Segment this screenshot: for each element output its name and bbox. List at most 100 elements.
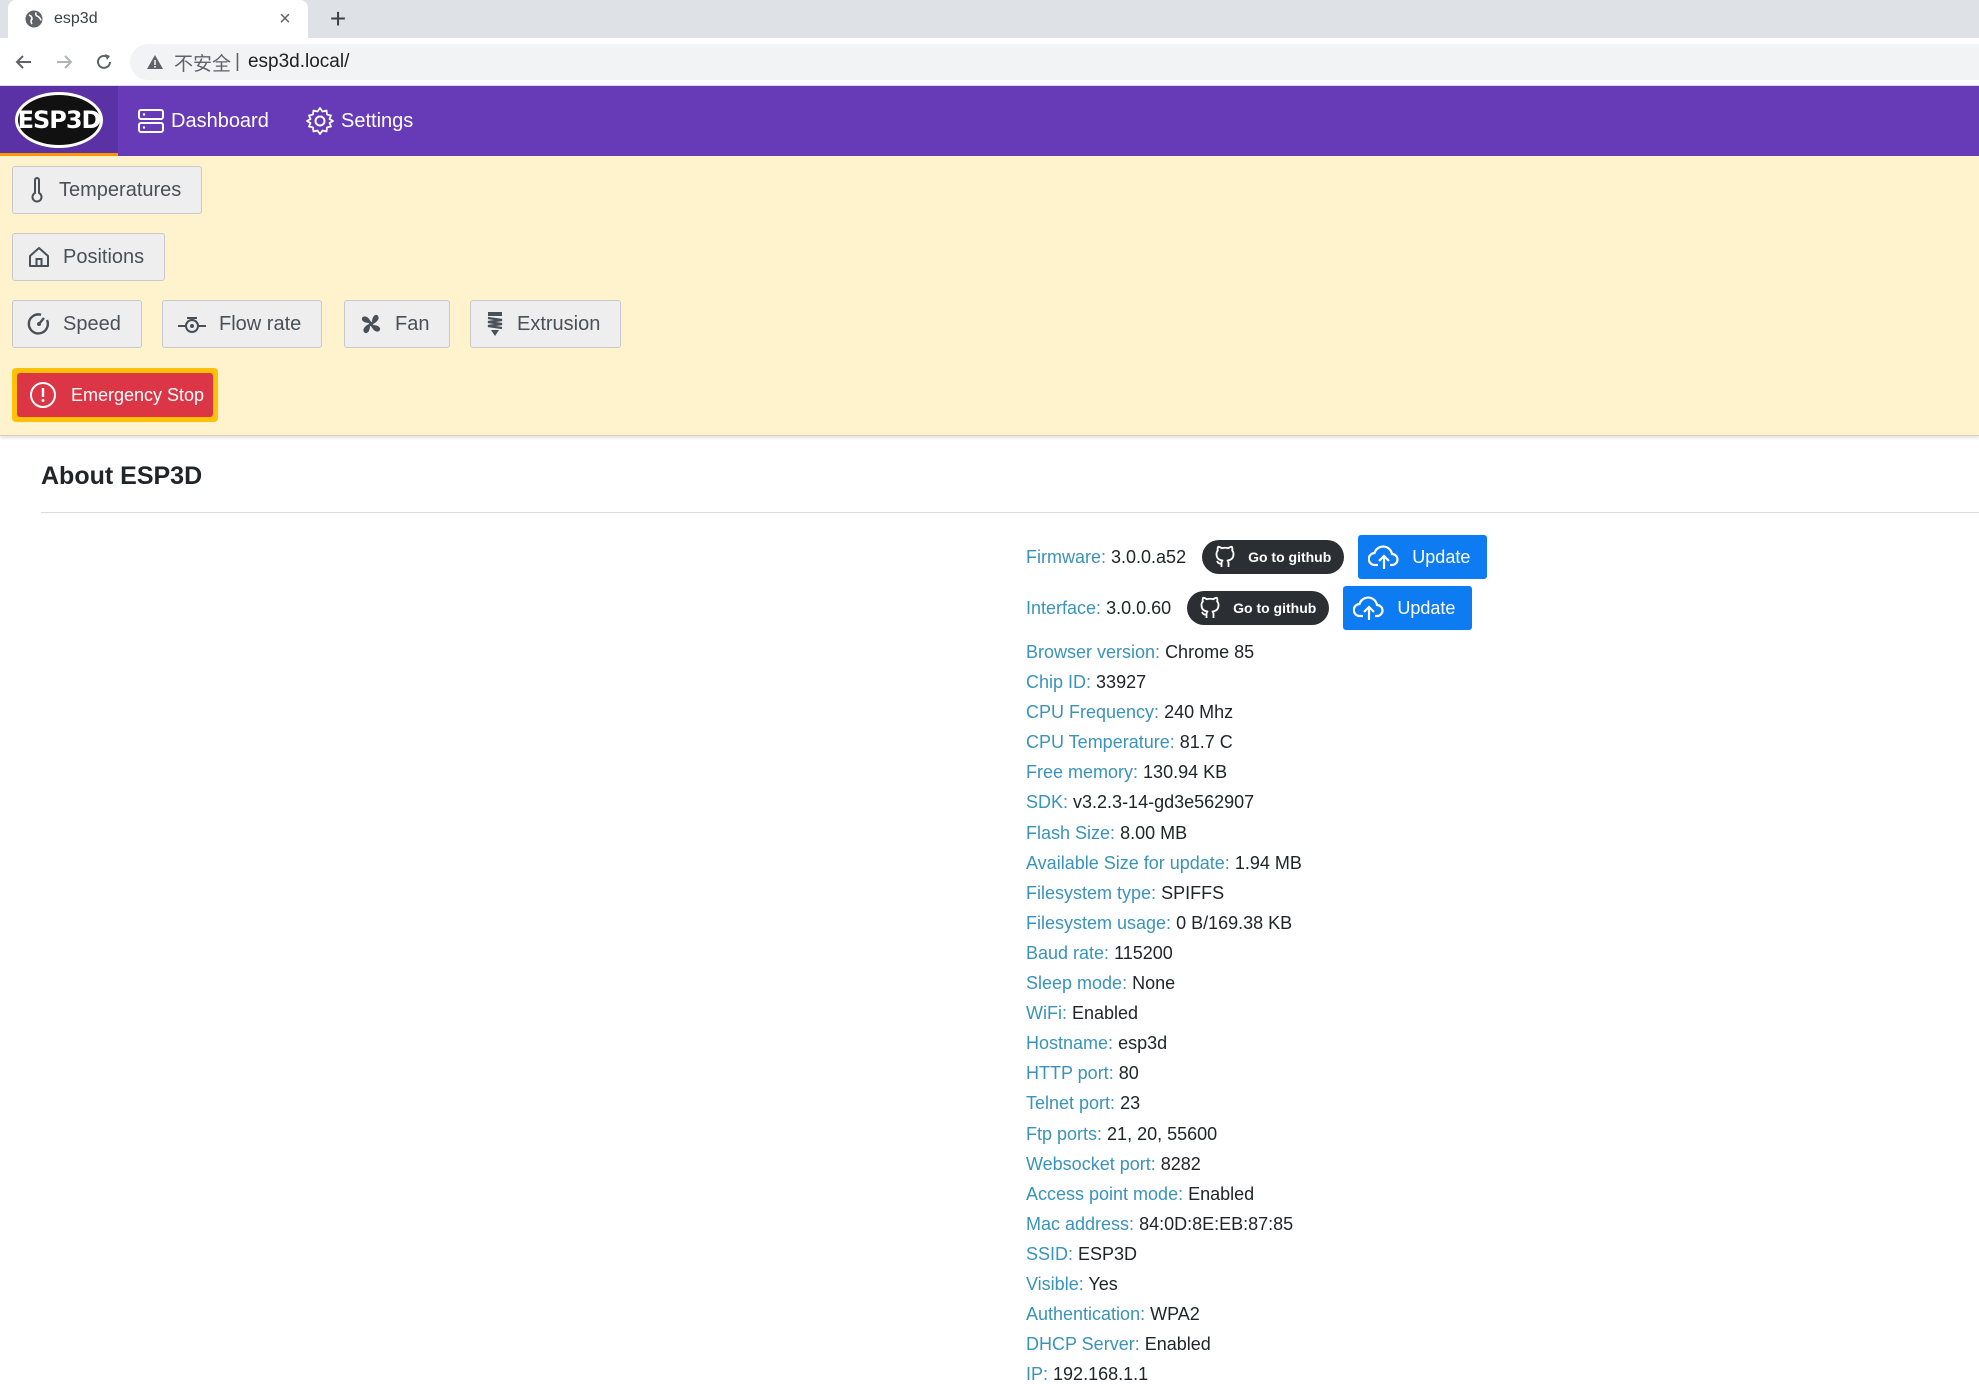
gauge-icon bbox=[27, 313, 50, 335]
info-value: 130.94 KB bbox=[1143, 762, 1228, 783]
info-item: Filesystem type: SPIFFS bbox=[1026, 878, 1302, 908]
info-value: 23 bbox=[1120, 1093, 1141, 1114]
info-value: 33927 bbox=[1096, 672, 1147, 693]
firmware-update-label: Update bbox=[1412, 546, 1471, 567]
thermometer-icon bbox=[31, 177, 43, 203]
info-label: Sleep mode: bbox=[1026, 973, 1128, 994]
info-value: 1.94 MB bbox=[1234, 852, 1302, 873]
globe-icon bbox=[25, 10, 43, 28]
info-value: None bbox=[1132, 973, 1176, 994]
info-value: SPIFFS bbox=[1161, 882, 1225, 903]
info-item: Sleep mode: None bbox=[1026, 968, 1302, 998]
info-item: Authentication: WPA2 bbox=[1026, 1299, 1302, 1329]
info-item: Browser version: Chrome 85 bbox=[1026, 637, 1302, 667]
firmware-update-button[interactable]: Update bbox=[1358, 535, 1488, 579]
info-label: Browser version: bbox=[1026, 642, 1161, 662]
firmware-row: Firmware: 3.0.0.a52 Go to github Update bbox=[1026, 535, 1488, 579]
cloud-upload-icon bbox=[1368, 545, 1399, 569]
speed-button[interactable]: Speed bbox=[12, 300, 142, 348]
info-item: Mac address: 84:0D:8E:EB:87:85 bbox=[1026, 1209, 1302, 1239]
info-item: CPU Frequency: 240 Mhz bbox=[1026, 697, 1302, 727]
info-value: 80 bbox=[1118, 1063, 1139, 1084]
nav-dashboard[interactable]: Dashboard bbox=[137, 86, 269, 156]
info-label: Flash Size: bbox=[1026, 822, 1116, 843]
alert-circle-icon bbox=[30, 382, 56, 408]
extrusion-icon bbox=[487, 312, 503, 336]
fan-button[interactable]: Fan bbox=[344, 300, 451, 348]
info-label: Mac address: bbox=[1026, 1213, 1135, 1234]
browser-tab[interactable]: esp3d × bbox=[8, 0, 308, 38]
info-label: CPU Temperature: bbox=[1026, 732, 1175, 753]
control-panel: Temperatures Positions Speed Flow rate F… bbox=[0, 156, 1979, 436]
about-divider bbox=[41, 512, 1979, 513]
app-navbar: ESP3D Dashboard Settings bbox=[0, 86, 1979, 156]
extrusion-label: Extrusion bbox=[517, 312, 601, 335]
speed-label: Speed bbox=[63, 312, 121, 335]
firmware-github-button[interactable]: Go to github bbox=[1202, 540, 1345, 574]
info-item: Flash Size: 8.00 MB bbox=[1026, 818, 1302, 848]
info-label: Filesystem usage: bbox=[1026, 912, 1172, 933]
info-item: SDK: v3.2.3-14-gd3e562907 bbox=[1026, 787, 1302, 817]
new-tab-button[interactable]: + bbox=[322, 2, 354, 36]
info-label: DHCP Server: bbox=[1026, 1334, 1140, 1355]
interface-label: Interface: bbox=[1026, 597, 1102, 618]
esp3d-logo: ESP3D bbox=[15, 91, 103, 148]
info-label: Filesystem type: bbox=[1026, 882, 1157, 903]
info-label: Chip ID: bbox=[1026, 672, 1092, 693]
interface-row: Interface: 3.0.0.60 Go to github Update bbox=[1026, 586, 1473, 630]
temperatures-button[interactable]: Temperatures bbox=[12, 166, 203, 214]
info-value: 81.7 C bbox=[1179, 732, 1233, 753]
brand-logo[interactable]: ESP3D bbox=[0, 86, 118, 156]
info-item: Telnet port: 23 bbox=[1026, 1088, 1302, 1118]
info-value: Yes bbox=[1088, 1273, 1118, 1294]
info-label: WiFi: bbox=[1026, 1003, 1067, 1024]
security-status: 不安全 bbox=[174, 53, 232, 75]
emergency-stop-frame: Emergency Stop bbox=[12, 368, 218, 422]
info-item: Free memory: 130.94 KB bbox=[1026, 757, 1302, 787]
nav-dashboard-label: Dashboard bbox=[171, 109, 269, 132]
info-label: Available Size for update: bbox=[1026, 852, 1230, 873]
info-value: Enabled bbox=[1188, 1183, 1255, 1204]
nav-settings[interactable]: Settings bbox=[305, 86, 413, 156]
forward-button[interactable] bbox=[50, 48, 78, 76]
info-label: Websocket port: bbox=[1026, 1153, 1156, 1174]
info-item: Websocket port: 8282 bbox=[1026, 1149, 1302, 1179]
address-separator: | bbox=[235, 51, 240, 72]
info-label: Access point mode: bbox=[1026, 1183, 1184, 1204]
info-value: ESP3D bbox=[1078, 1243, 1138, 1264]
info-item: Filesystem usage: 0 B/169.38 KB bbox=[1026, 908, 1302, 938]
info-value: 8.00 MB bbox=[1120, 822, 1188, 843]
address-bar[interactable]: 不安全 | esp3d.local/ bbox=[130, 44, 1979, 80]
interface-value: 3.0.0.60 bbox=[1106, 597, 1172, 618]
info-value: 192.168.1.1 bbox=[1053, 1364, 1149, 1384]
positions-button[interactable]: Positions bbox=[12, 233, 166, 281]
interface-update-button[interactable]: Update bbox=[1343, 586, 1473, 630]
info-label: Visible: bbox=[1026, 1273, 1084, 1294]
flow-rate-button[interactable]: Flow rate bbox=[162, 300, 323, 348]
arrow-left-icon bbox=[15, 55, 31, 69]
gear-icon bbox=[306, 107, 334, 135]
info-label: Telnet port: bbox=[1026, 1093, 1116, 1114]
info-value: v3.2.3-14-gd3e562907 bbox=[1073, 792, 1255, 813]
url-text: esp3d.local/ bbox=[247, 51, 350, 72]
warning-icon bbox=[147, 55, 163, 69]
info-item: Ftp ports: 21, 20, 55600 bbox=[1026, 1119, 1302, 1149]
reload-button[interactable] bbox=[90, 48, 118, 76]
info-item: DHCP Server: Enabled bbox=[1026, 1329, 1302, 1359]
nav-settings-label: Settings bbox=[341, 109, 414, 132]
flow-rate-label: Flow rate bbox=[219, 312, 302, 335]
emergency-stop-button[interactable]: Emergency Stop bbox=[17, 373, 213, 417]
browser-tabstrip: esp3d × + bbox=[0, 0, 1979, 38]
extrusion-button[interactable]: Extrusion bbox=[470, 300, 622, 348]
info-label: Ftp ports: bbox=[1026, 1123, 1103, 1144]
info-value: 0 B/169.38 KB bbox=[1176, 912, 1293, 933]
info-item: HTTP port: 80 bbox=[1026, 1058, 1302, 1088]
interface-github-button[interactable]: Go to github bbox=[1187, 591, 1330, 625]
info-label: Hostname: bbox=[1026, 1033, 1114, 1054]
info-item: IP: 192.168.1.1 bbox=[1026, 1359, 1302, 1384]
back-button[interactable] bbox=[10, 48, 38, 76]
interface-github-label: Go to github bbox=[1233, 600, 1317, 616]
info-item: SSID: ESP3D bbox=[1026, 1239, 1302, 1269]
tab-close-icon[interactable]: × bbox=[274, 8, 296, 31]
home-icon bbox=[29, 247, 49, 267]
